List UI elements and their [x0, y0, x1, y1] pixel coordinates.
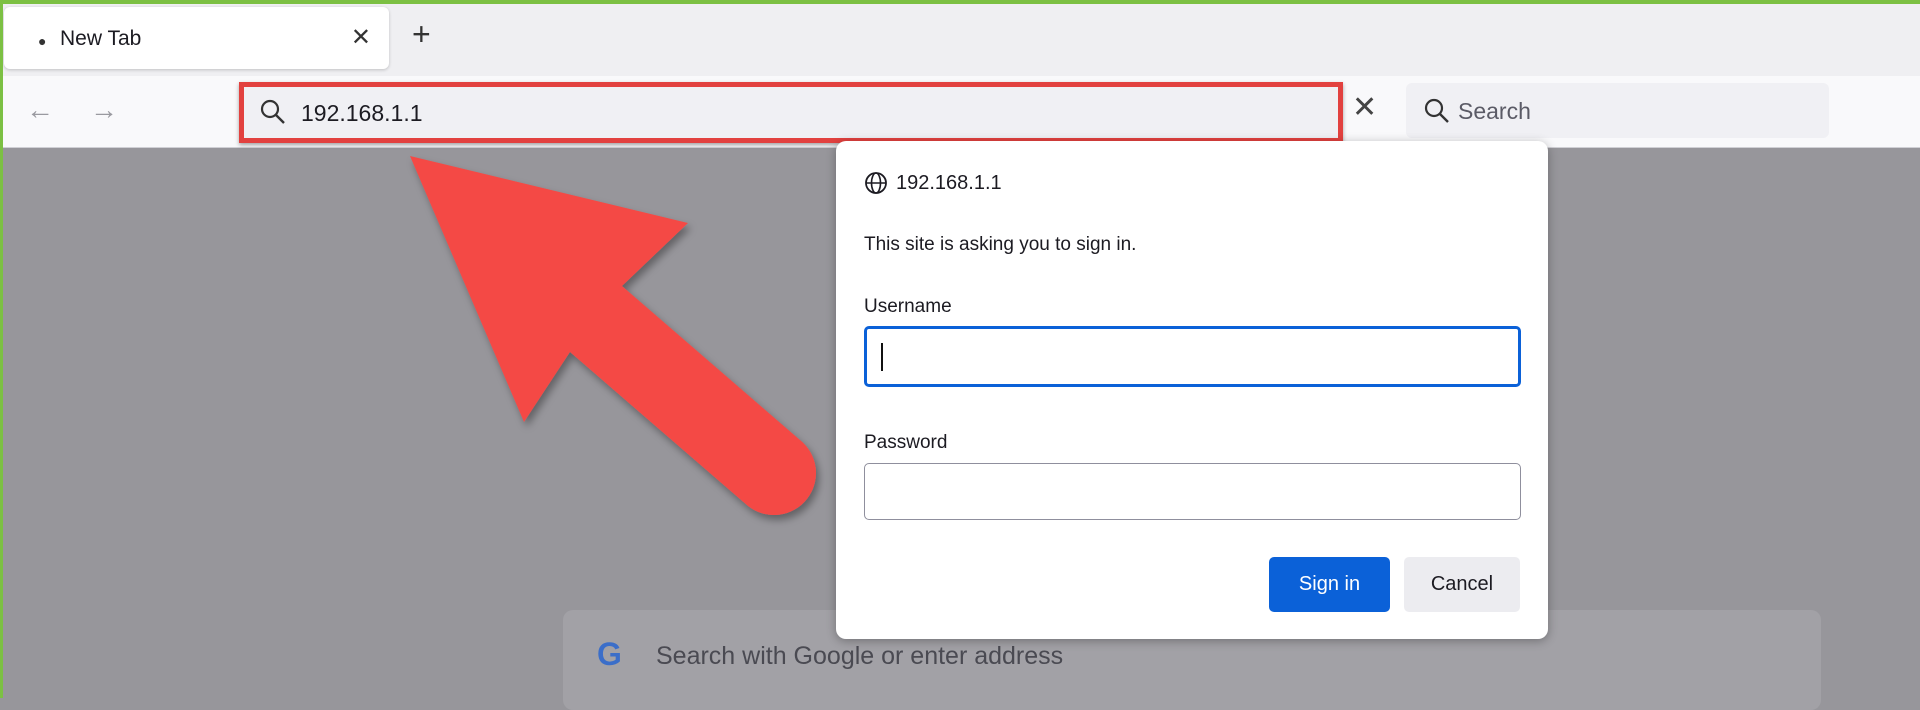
username-label: Username — [864, 296, 952, 317]
red-arrow-icon — [410, 156, 817, 516]
dialog-host: 192.168.1.1 — [864, 171, 1002, 195]
cancel-button[interactable]: Cancel — [1404, 557, 1520, 612]
sign-in-dialog: 192.168.1.1 This site is asking you to s… — [836, 141, 1548, 639]
dialog-message: This site is asking you to sign in. — [864, 234, 1137, 255]
text-caret — [881, 343, 883, 371]
password-label: Password — [864, 432, 948, 453]
sign-in-button[interactable]: Sign in — [1269, 557, 1390, 612]
globe-icon — [865, 172, 887, 194]
username-field[interactable] — [864, 326, 1521, 387]
dialog-host-text: 192.168.1.1 — [896, 171, 1002, 194]
password-field[interactable] — [864, 463, 1521, 520]
